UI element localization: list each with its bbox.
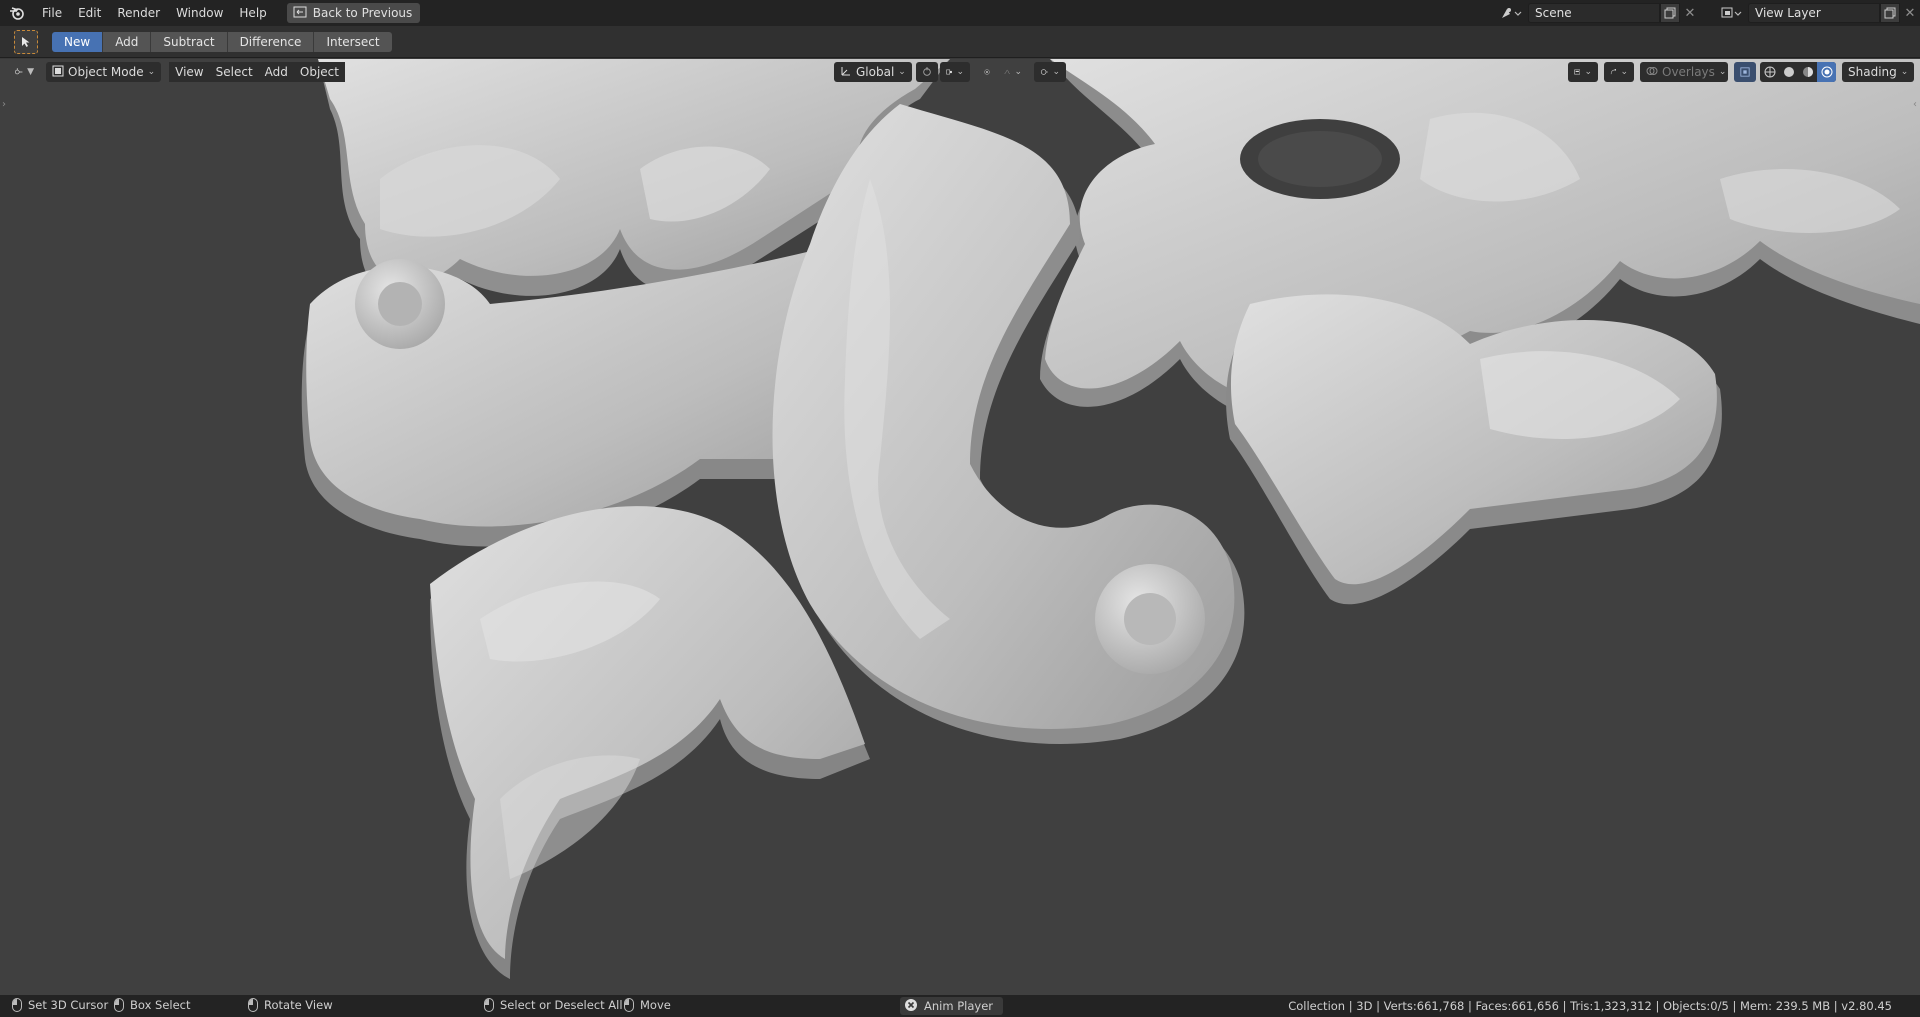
anim-player-button[interactable]: Anim Player [900,997,1003,1015]
chevron-down-icon: ⌄ [898,67,906,77]
scene-statistics: Collection | 3D | Verts:661,768 | Faces:… [1288,999,1892,1013]
hint-move: Move [624,998,671,1012]
toolbar-expand-icon[interactable]: › [2,99,6,110]
proportional-edit-icon[interactable]: ⌄ [998,62,1028,82]
screen-back-icon [293,6,307,21]
mouse-middle-icon [248,998,258,1012]
boolean-operation-group: New Add Subtract Difference Intersect [52,31,392,52]
back-to-previous-button[interactable]: Back to Previous [286,3,421,23]
ornament-mesh-render [0,59,1920,995]
hint-label: Set 3D Cursor [28,998,109,1012]
tool-settings-header: New Add Subtract Difference Intersect [0,26,1920,58]
new-view-layer-icon[interactable] [1880,3,1900,23]
delete-view-layer-icon[interactable]: ✕ [1900,3,1920,23]
hint-set-3d-cursor: Set 3D Cursor [12,998,108,1012]
select-tool-icon[interactable] [14,29,38,54]
material-shading-icon[interactable] [1798,62,1817,82]
transform-orientation-dropdown[interactable]: Global ⌄ [834,62,912,82]
top-menu-bar: File Edit Render Window Help Back to Pre… [0,0,1920,26]
menu-add[interactable]: Add [258,62,294,82]
new-scene-icon[interactable] [1660,3,1680,23]
menu-object[interactable]: Object [293,62,345,82]
scene-selector-group: Scene ✕ View Layer ✕ [1494,0,1920,26]
delete-scene-icon[interactable]: ✕ [1680,3,1700,23]
view-layer-icon[interactable] [1714,3,1748,23]
menu-view[interactable]: View [169,62,210,82]
mouse-drag-icon [114,998,124,1012]
shading-mode-group [1760,62,1836,82]
object-types-visibility-dropdown[interactable]: ⌄ [1568,62,1598,82]
hint-label: Move [640,998,671,1012]
menu-render[interactable]: Render [109,2,168,24]
hint-label: Box Select [130,998,191,1012]
status-bar: Set 3D Cursor Box Select Rotate View Sel… [0,995,1920,1017]
hint-label: Select or Deselect All [500,998,623,1012]
gizmo-toggle-dropdown[interactable]: ⌄ [1604,62,1634,82]
sidebar-expand-icon[interactable]: ‹ [1913,99,1917,110]
shading-dropdown[interactable]: Shading ⌄ [1842,62,1914,82]
xray-toggle-icon[interactable] [1734,62,1756,82]
shading-label: Shading [1848,65,1897,79]
menu-select[interactable]: Select [209,62,259,82]
hint-label: Rotate View [264,998,333,1012]
hint-box-select: Box Select [114,998,191,1012]
back-to-previous-label: Back to Previous [312,6,413,20]
hint-select-deselect: Select or Deselect All [484,998,623,1012]
transform-pivot-dropdown[interactable]: ⌄ [940,62,970,82]
menu-file[interactable]: File [34,2,70,24]
overlays-icon [1646,65,1658,80]
solid-shading-icon[interactable] [1779,62,1798,82]
rendered-shading-icon[interactable] [1817,62,1836,82]
menu-help[interactable]: Help [231,2,274,24]
menu-edit[interactable]: Edit [70,2,109,24]
overlays-dropdown[interactable]: Overlays ⌄ [1640,62,1728,82]
op-new-button[interactable]: New [52,31,104,52]
editor-type-icon[interactable]: ▼ [8,62,40,82]
show-gizmo-dropdown[interactable]: ⌄ [1034,62,1066,82]
viewport-header: ▼ Object Mode ⌄ View Select Add Object G… [0,59,1920,85]
op-difference-button[interactable]: Difference [227,31,315,52]
anim-player-label: Anim Player [924,999,993,1013]
orientation-label: Global [856,65,895,79]
snap-icon[interactable] [978,62,996,82]
scene-name-field[interactable]: Scene [1528,3,1660,23]
overlays-label: Overlays [1662,65,1715,79]
mouse-left-icon [12,998,22,1012]
object-mode-label: Object Mode [68,65,144,79]
hint-rotate-view: Rotate View [248,998,333,1012]
chevron-down-icon: ⌄ [147,67,156,77]
pivot-point-icon[interactable] [916,62,938,82]
cancel-icon[interactable] [904,998,918,1015]
orientation-axes-icon [840,65,852,80]
3d-viewport[interactable]: › ‹ ▼ Object Mode ⌄ View Select Add Obje… [0,59,1920,995]
blender-logo-icon[interactable] [0,0,34,26]
op-intersect-button[interactable]: Intersect [314,31,392,52]
op-subtract-button[interactable]: Subtract [151,31,228,52]
view-layer-name-field[interactable]: View Layer [1748,3,1880,23]
wireframe-shading-icon[interactable] [1760,62,1779,82]
chevron-down-icon: ⌄ [1900,67,1909,77]
mouse-right-icon [484,998,494,1012]
mouse-drag-icon [624,998,634,1012]
op-add-button[interactable]: Add [103,31,152,52]
menu-window[interactable]: Window [168,2,231,24]
object-mode-dropdown[interactable]: Object Mode ⌄ [46,62,162,82]
object-mode-icon [52,65,64,80]
scene-icon[interactable] [1494,3,1528,23]
viewport-menus: View Select Add Object [169,62,345,82]
